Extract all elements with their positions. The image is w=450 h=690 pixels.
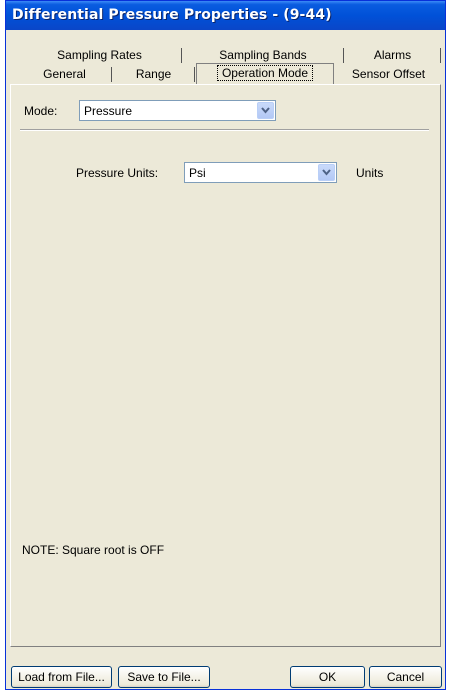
cancel-button[interactable]: Cancel: [369, 666, 442, 688]
tab-label: Sampling Rates: [57, 48, 142, 62]
tab-label: General: [43, 67, 86, 81]
chevron-down-icon[interactable]: [257, 102, 274, 119]
properties-window: Differential Pressure Properties - (9-44…: [5, 0, 446, 690]
units-label: Units: [356, 166, 384, 180]
tab-sampling-rates[interactable]: Sampling Rates: [17, 46, 182, 65]
tab-label: Operation Mode: [216, 65, 314, 81]
tab-range[interactable]: Range: [112, 65, 195, 84]
load-from-file-button[interactable]: Load from File...: [11, 666, 112, 688]
save-to-file-button[interactable]: Save to File...: [118, 666, 210, 688]
pressure-units-select[interactable]: Psi: [184, 162, 337, 183]
title-bar[interactable]: Differential Pressure Properties - (9-44…: [6, 1, 445, 30]
mode-label: Mode:: [24, 104, 58, 118]
square-root-note: NOTE: Square root is OFF: [22, 543, 165, 557]
pressure-units-label: Pressure Units:: [76, 166, 159, 180]
tab-label: Sensor Offset: [351, 67, 426, 81]
window-title: Differential Pressure Properties - (9-44…: [12, 7, 332, 23]
tab-label: Sampling Bands: [219, 48, 307, 62]
ok-button[interactable]: OK: [290, 666, 365, 688]
separator: [20, 129, 429, 131]
mode-select[interactable]: Pressure: [79, 100, 276, 121]
tab-label: Alarms: [373, 48, 412, 62]
tab-operation-mode[interactable]: Operation Mode: [196, 63, 334, 85]
chevron-down-icon[interactable]: [318, 164, 335, 181]
mode-value: Pressure: [84, 104, 133, 118]
tab-sensor-offset[interactable]: Sensor Offset: [336, 65, 441, 84]
tab-alarms[interactable]: Alarms: [344, 46, 441, 65]
tab-general[interactable]: General: [17, 65, 112, 84]
pressure-units-value: Psi: [189, 166, 206, 180]
tab-label: Range: [135, 67, 172, 81]
